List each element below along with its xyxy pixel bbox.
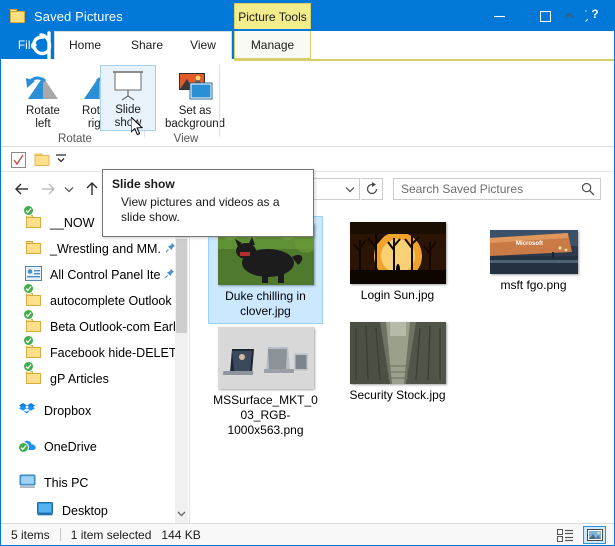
minimize-button[interactable] [476, 1, 522, 31]
large-icons-view-icon[interactable] [583, 526, 606, 544]
file-name: Login Sun.jpg [360, 288, 435, 302]
nav-pane-scrollbar[interactable] [175, 206, 188, 523]
slide-show-button[interactable]: Slide show [100, 65, 156, 131]
properties-icon[interactable] [11, 152, 26, 171]
nav-item-label: Beta Outlook-com Earl [50, 320, 176, 334]
nav-item-onedrive[interactable]: OneDrive [1, 434, 176, 460]
this-pc-icon [19, 474, 37, 492]
arrow-up-icon[interactable] [81, 179, 103, 199]
svg-text:Microsoft: Microsoft [516, 241, 543, 247]
nav-item-label: _Wrestling and MM. [50, 242, 161, 256]
nav-item-desktop[interactable]: Desktop [1, 498, 176, 523]
search-input[interactable]: Search Saved Pictures [393, 178, 601, 200]
chevron-down-icon[interactable] [61, 179, 77, 199]
folder-sync-icon [23, 283, 43, 310]
folder-icon [10, 9, 26, 23]
set-as-background-label-2: background [164, 118, 226, 130]
tab-share[interactable]: Share [121, 31, 173, 59]
chevron-down-icon[interactable] [175, 507, 188, 521]
rotate-left-button[interactable]: Rotate left [15, 65, 71, 131]
file-thumbnail [349, 322, 446, 384]
folder-sync-icon [23, 206, 43, 232]
chevron-up-icon[interactable] [560, 7, 578, 25]
tooltip-body: View pictures and videos as a slide show… [121, 195, 280, 224]
arrow-right-icon[interactable] [37, 179, 59, 199]
rotate-left-label-1: Rotate [26, 105, 60, 117]
nav-item-label: Desktop [62, 504, 108, 518]
explorer-body: __NOW _Wrestling and MM. All Control Pan… [1, 206, 614, 523]
dropbox-icon [19, 402, 37, 420]
nav-item-label: OneDrive [44, 440, 97, 454]
file-tile[interactable]: Login Sun.jpg [340, 216, 455, 307]
navigation-pane: __NOW _Wrestling and MM. All Control Pan… [1, 206, 189, 523]
file-name: Duke chilling in clover.jpg [225, 289, 306, 318]
nav-item-this-pc[interactable]: This PC [1, 470, 176, 496]
rotate-left-icon [23, 68, 63, 105]
slide-show-label-2: show [114, 117, 142, 129]
folder-sync-icon [23, 361, 43, 388]
contextual-tab-picture-tools[interactable]: Picture Tools [234, 3, 311, 29]
folder-sync-icon [23, 309, 43, 336]
file-tile[interactable]: Microsoft msft fgo.png [476, 224, 591, 297]
pin-icon[interactable] [164, 268, 175, 282]
chevron-down-icon[interactable] [341, 179, 359, 199]
control-panel-icon [25, 266, 43, 284]
nav-item-label: Facebook hide-DELETE [50, 346, 185, 360]
file-thumbnail [217, 327, 314, 389]
tab-manage[interactable]: Manage [234, 31, 311, 59]
refresh-icon[interactable] [361, 178, 383, 200]
help-label: ? [586, 5, 604, 23]
customize-dropdown-icon[interactable] [55, 152, 67, 167]
ribbon-body: Rotate left Rotate right Rotate Slide sh… [1, 59, 614, 147]
nav-item-gp-articles[interactable]: gP Articles [1, 361, 176, 392]
nav-item-wrestling[interactable]: _Wrestling and MM. [1, 236, 176, 262]
status-size: 144 KB [161, 527, 201, 542]
rotate-left-label-2: left [35, 118, 51, 130]
nav-item-label: This PC [44, 476, 89, 490]
desktop-icon [37, 502, 55, 520]
onedrive-icon [18, 438, 37, 456]
tab-file[interactable]: File [1, 31, 54, 59]
new-folder-icon[interactable] [34, 152, 50, 170]
nav-item-label: Dropbox [44, 404, 92, 418]
folder-sync-icon [23, 335, 43, 362]
tab-home[interactable]: Home [59, 31, 111, 59]
file-name: msft fgo.png [500, 278, 567, 292]
details-view-icon[interactable] [554, 526, 577, 544]
file-list: Duke chilling in clover.jpg Login Sun.jp… [190, 206, 614, 523]
file-name: MSSurface_MKT_003_RGB-1000x563.png [213, 393, 318, 437]
status-bar: 5 items 1 item selected 144 KB [1, 523, 614, 545]
status-item-count: 5 items [11, 527, 50, 542]
tab-view[interactable]: View [179, 31, 227, 59]
search-icon[interactable] [581, 182, 595, 199]
nav-item-label: gP Articles [50, 372, 109, 386]
ribbon-group-view: Slide show Set as background View [100, 61, 281, 147]
help-question-icon[interactable]: ? [586, 5, 606, 25]
set-as-background-label-1: Set as [178, 105, 212, 117]
mouse-cursor [130, 115, 145, 140]
slide-show-icon [108, 68, 148, 104]
search-placeholder: Search Saved Pictures [401, 182, 524, 196]
file-explorer-window: Saved Pictures Picture Tools File Home S… [0, 0, 615, 546]
file-thumbnail: Microsoft [489, 230, 578, 274]
tooltip: Slide show View pictures and videos as a… [102, 169, 314, 237]
nav-item-label: All Control Panel Ite [50, 268, 161, 282]
nav-item-dropbox[interactable]: Dropbox [1, 398, 176, 424]
file-thumbnail [349, 222, 446, 284]
file-tile[interactable]: Security Stock.jpg [340, 316, 455, 407]
arrow-left-icon[interactable] [11, 179, 33, 199]
folder-icon [25, 240, 43, 258]
tooltip-title: Slide show [112, 177, 175, 191]
status-selection: 1 item selected [70, 527, 152, 542]
file-name: Security Stock.jpg [349, 388, 446, 402]
nav-item-label: autocomplete Outlook [50, 294, 172, 308]
nav-item-label: __NOW [50, 216, 95, 230]
file-tile[interactable]: MSSurface_MKT_003_RGB-1000x563.png [208, 321, 323, 442]
set-as-background-button[interactable]: Set as background [159, 65, 231, 131]
set-as-background-icon [173, 68, 217, 105]
nav-pane-scrollbar-thumb[interactable] [176, 239, 187, 333]
window-title: Saved Pictures [34, 8, 123, 24]
slide-show-label-1: Slide [115, 104, 141, 116]
